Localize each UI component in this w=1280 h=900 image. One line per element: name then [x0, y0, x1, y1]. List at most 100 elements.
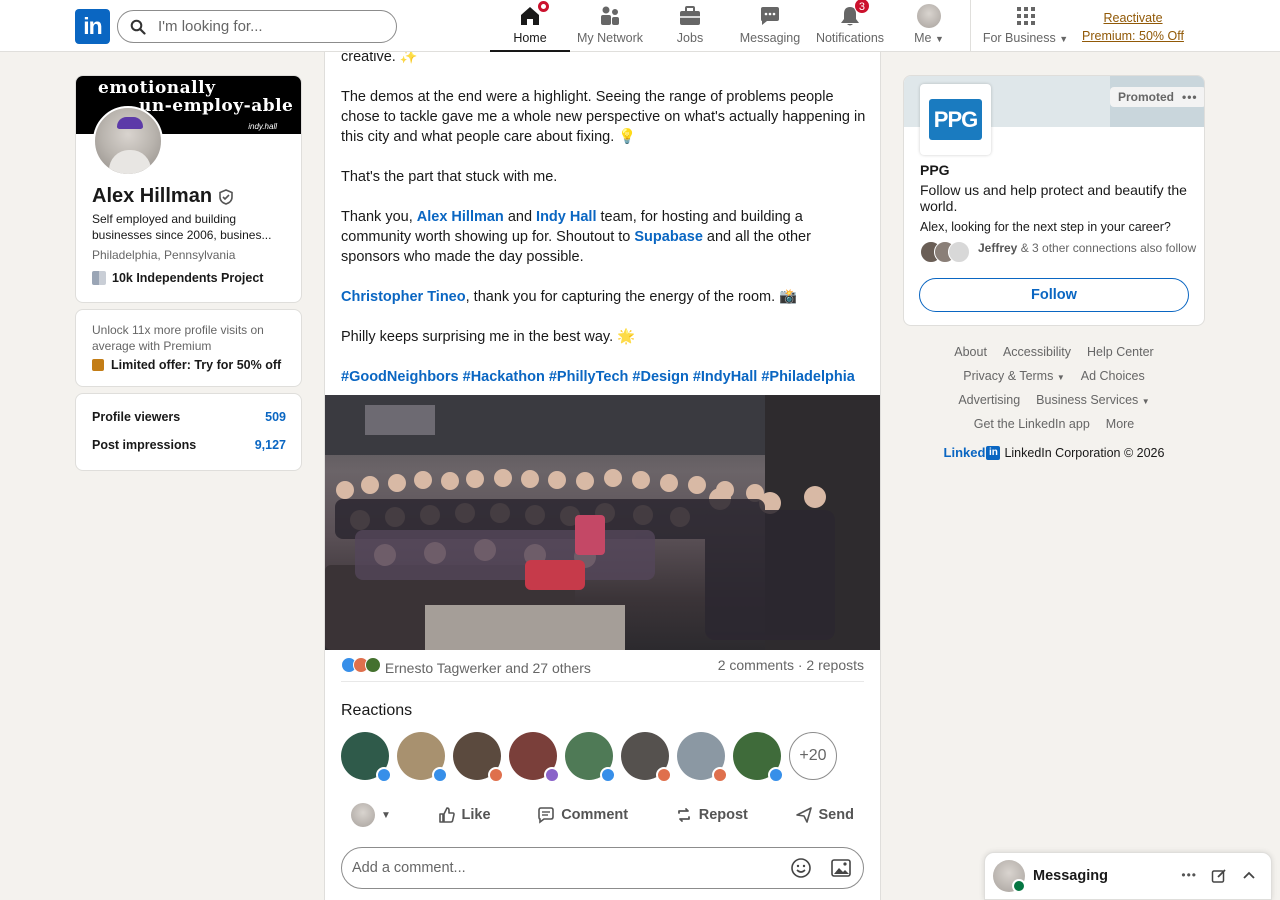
comment-button[interactable]: Comment	[527, 800, 638, 830]
ad-cta-text: Alex, looking for the next step in your …	[920, 220, 1171, 234]
reactor-avatar[interactable]	[509, 732, 560, 783]
like-icon	[432, 767, 448, 783]
send-icon	[795, 807, 812, 823]
feed-post: creative. ✨ The demos at the end were a …	[324, 49, 881, 900]
nav-home[interactable]: Home	[490, 0, 570, 52]
premium-offer-label: Limited offer: Try for 50% off	[111, 358, 282, 372]
nav-for-business[interactable]: For Business ▼	[978, 0, 1073, 52]
profile-name-text: Alex Hillman	[92, 185, 213, 207]
profile-photo[interactable]	[93, 106, 163, 176]
love-icon	[488, 767, 504, 783]
reactions-heading: Reactions	[341, 702, 413, 719]
repost-button[interactable]: Repost	[665, 800, 758, 830]
comment-label: Comment	[561, 807, 629, 823]
love-icon	[712, 767, 728, 783]
profile-card: emotionally un-employ-able indy.hall Ale…	[75, 75, 302, 303]
footer-ad-choices[interactable]: Ad Choices	[1081, 369, 1145, 383]
caret-down-icon: ▼	[381, 809, 391, 821]
grid-icon	[1014, 4, 1038, 28]
reaction-icons	[341, 657, 381, 673]
search-icon	[130, 19, 146, 35]
footer-get-app[interactable]: Get the LinkedIn app	[974, 417, 1090, 431]
ad-card: Promoted ••• PPG PPG Follow us and help …	[903, 75, 1205, 326]
premium-upsell-text: Unlock 11x more profile visits on averag…	[92, 323, 264, 353]
linkedin-logo-icon[interactable]: in	[75, 9, 110, 44]
linkedin-wordmark-icon: Linked in	[944, 445, 1001, 460]
nav-my-network[interactable]: My Network	[570, 0, 650, 52]
footer-privacy[interactable]: Privacy & Terms ▼	[963, 369, 1064, 383]
insightful-icon	[544, 767, 560, 783]
nav-notifications-label: Notifications	[815, 31, 885, 45]
comment-box[interactable]	[341, 847, 864, 889]
post-hashtags[interactable]: #GoodNeighbors #Hackathon #PhillyTech #D…	[341, 367, 866, 387]
mention-indy-hall[interactable]: Indy Hall	[536, 209, 596, 225]
like-button[interactable]: Like	[428, 800, 501, 830]
nav-messaging[interactable]: Messaging	[730, 0, 810, 52]
search-bar[interactable]	[117, 10, 397, 43]
nav-notifications[interactable]: 3 Notifications	[810, 0, 890, 52]
chevron-up-icon[interactable]	[1241, 868, 1257, 884]
notifications-badge: 3	[853, 0, 870, 14]
ad-tagline: Follow us and help protect and beautify …	[920, 182, 1187, 214]
profile-org[interactable]: 10k Independents Project	[92, 271, 263, 285]
post-paragraph-3: Thank you, Alex Hillman and Indy Hall te…	[341, 207, 866, 267]
profile-name[interactable]: Alex Hillman	[92, 185, 234, 208]
post-impressions-value: 9,127	[254, 438, 286, 452]
reactivate-premium-link[interactable]: Reactivate Premium: 50% Off	[1080, 9, 1186, 45]
reactor-avatar[interactable]	[621, 732, 672, 783]
post-photo[interactable]	[325, 395, 880, 650]
footer-business-services[interactable]: Business Services ▼	[1036, 393, 1150, 407]
avatar	[351, 803, 375, 827]
reactor-avatar[interactable]	[341, 732, 392, 783]
avatar	[917, 4, 941, 28]
footer-help-center[interactable]: Help Center	[1087, 345, 1154, 359]
compose-icon[interactable]	[1211, 868, 1227, 884]
messaging-dock[interactable]: Messaging •••	[984, 852, 1272, 900]
like-icon	[768, 767, 784, 783]
nav-jobs[interactable]: Jobs	[650, 0, 730, 52]
profile-viewers-row[interactable]: Profile viewers 509	[92, 410, 286, 424]
emoji-icon[interactable]	[790, 857, 812, 879]
nav-me[interactable]: Me ▼	[893, 0, 965, 52]
premium-offer-link[interactable]: Limited offer: Try for 50% off	[92, 358, 281, 372]
caret-down-icon: ▼	[934, 34, 944, 44]
comments-reposts-count[interactable]: 2 comments · 2 reposts	[718, 657, 864, 673]
ppg-logo[interactable]: PPG	[920, 84, 991, 155]
more-reactions-button[interactable]: +20	[789, 732, 837, 780]
reactions-summary[interactable]: Ernesto Tagwerker and 27 others	[341, 657, 591, 676]
premium-upsell-card[interactable]: Unlock 11x more profile visits on averag…	[75, 309, 302, 387]
follow-button[interactable]: Follow	[919, 278, 1189, 312]
mention-christopher-tineo[interactable]: Christopher Tineo	[341, 289, 466, 305]
footer-advertising[interactable]: Advertising	[958, 393, 1020, 407]
send-button[interactable]: Send	[785, 800, 864, 830]
copyright-text: LinkedIn Corporation © 2026	[1004, 445, 1165, 460]
reactor-avatar[interactable]	[733, 732, 784, 783]
messaging-title: Messaging	[1033, 868, 1108, 884]
footer-accessibility[interactable]: Accessibility	[1003, 345, 1071, 359]
like-icon	[376, 767, 392, 783]
comment-icon	[538, 807, 555, 824]
ad-company[interactable]: PPG	[920, 162, 950, 178]
search-input[interactable]	[158, 18, 378, 35]
top-nav: in Home My Network Jobs Messaging 3 No	[0, 0, 1280, 52]
more-options-icon[interactable]: •••	[1181, 868, 1197, 884]
footer-copyright: Linked in LinkedIn Corporation © 2026	[904, 445, 1204, 460]
home-icon	[518, 0, 551, 28]
caret-down-icon: ▼	[1056, 373, 1065, 382]
mention-alex-hillman[interactable]: Alex Hillman	[417, 209, 504, 225]
reactors-text: Ernesto Tagwerker and 27 others	[384, 660, 591, 676]
image-icon[interactable]	[830, 857, 852, 879]
reactor-avatar[interactable]	[397, 732, 448, 783]
post-impressions-row[interactable]: Post impressions 9,127	[92, 438, 286, 452]
post-paragraph-4: Christopher Tineo, thank you for capturi…	[341, 287, 866, 307]
reactor-avatar[interactable]	[453, 732, 504, 783]
reactor-avatar[interactable]	[565, 732, 616, 783]
more-options-icon[interactable]: •••	[1182, 90, 1198, 104]
mention-supabase[interactable]: Supabase	[634, 229, 703, 245]
nav-divider	[970, 0, 971, 52]
comment-input[interactable]	[352, 860, 782, 876]
footer-more[interactable]: More	[1106, 417, 1134, 431]
actor-switcher[interactable]: ▼	[341, 797, 401, 833]
reactor-avatar[interactable]	[677, 732, 728, 783]
footer-about[interactable]: About	[954, 345, 987, 359]
